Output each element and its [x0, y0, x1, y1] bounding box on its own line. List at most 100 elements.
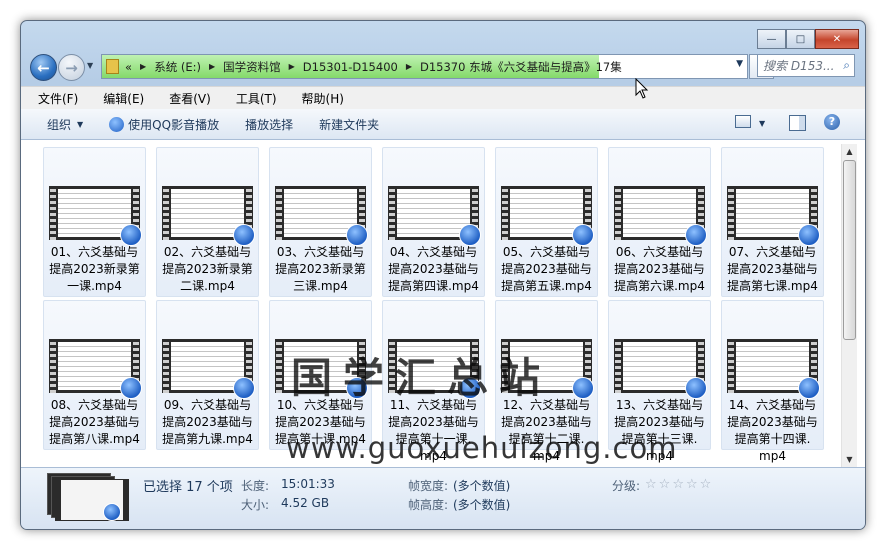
vertical-scrollbar[interactable]: ▲ ▼ [841, 144, 857, 467]
file-name-line: 提高第六课.mp4 [614, 279, 705, 293]
file-name-line: 提高2023新录第 [162, 262, 253, 276]
address-history-dropdown-icon[interactable]: ▼ [736, 59, 743, 69]
breadcrumb-folder[interactable]: 国学资料馆 [223, 59, 281, 75]
details-pane: 已选择 17 个项 长度: 15:01:33 大小: 4.52 GB 帧宽度: … [21, 467, 865, 529]
file-item[interactable]: 01、六爻基础与 提高2023新录第 一课.mp4 [43, 147, 146, 297]
breadcrumb-drive[interactable]: 系统 (E:) [154, 59, 201, 75]
breadcrumb-separator-icon[interactable]: ▶ [289, 62, 295, 71]
breadcrumb-current-folder[interactable]: D15370 东城《六爻基础与提高》17集 [420, 59, 622, 75]
length-label: 长度: [241, 479, 270, 493]
breadcrumb-separator-icon[interactable]: ▶ [209, 62, 215, 71]
file-item[interactable]: 08、六爻基础与 提高2023基础与 提高第八课.mp4 [43, 300, 146, 450]
file-name: 08、六爻基础与 提高2023基础与 提高第八课.mp4 [44, 397, 145, 448]
file-name: 09、六爻基础与 提高2023基础与 提高第九课.mp4 [157, 397, 258, 448]
file-item[interactable]: 04、六爻基础与 提高2023基础与 提高第四课.mp4 [382, 147, 485, 297]
qq-video-icon [572, 224, 594, 246]
qq-video-icon [572, 377, 594, 399]
file-name-line: 05、六爻基础与 [502, 245, 591, 259]
search-box[interactable]: 搜索 D153... ⌕ [757, 54, 855, 77]
breadcrumb-folder[interactable]: D15301-D15400 [303, 60, 398, 74]
file-item[interactable]: 09、六爻基础与 提高2023基础与 提高第九课.mp4 [156, 300, 259, 450]
file-name-line: 提高2023基础与 [501, 415, 592, 429]
preview-pane-icon[interactable] [789, 115, 806, 131]
minimize-button[interactable]: — [757, 29, 786, 49]
maximize-button[interactable]: □ [786, 29, 815, 49]
file-item[interactable]: 05、六爻基础与 提高2023基础与 提高第五课.mp4 [495, 147, 598, 297]
menu-help[interactable]: 帮助(H) [294, 90, 352, 107]
watermark-title: 国学汇总站 [291, 354, 551, 402]
close-button[interactable]: ✕ [815, 29, 859, 49]
breadcrumb-separator-icon[interactable]: ▶ [140, 62, 146, 71]
file-name: 06、六爻基础与 提高2023基础与 提高第六课.mp4 [609, 244, 710, 295]
play-selection-button[interactable]: 播放选择 [245, 116, 293, 133]
scroll-down-icon[interactable]: ▼ [842, 452, 857, 467]
caption-buttons: — □ ✕ [757, 29, 859, 49]
menu-edit[interactable]: 编辑(E) [95, 90, 152, 107]
star-icon[interactable]: ☆ [659, 477, 673, 492]
file-item[interactable]: 13、六爻基础与 提高2023基础与 提高第十三课. mp4 [608, 300, 711, 463]
file-item[interactable]: 02、六爻基础与 提高2023新录第 二课.mp4 [156, 147, 259, 297]
qq-video-icon [233, 377, 255, 399]
file-name-line: 08、六爻基础与 [50, 398, 139, 412]
file-item[interactable]: 06、六爻基础与 提高2023基础与 提高第六课.mp4 [608, 147, 711, 297]
qq-video-icon [459, 224, 481, 246]
file-item[interactable]: 07、六爻基础与 提高2023基础与 提高第七课.mp4 [721, 147, 824, 297]
file-name-line: 提高2023基础与 [727, 262, 818, 276]
address-bar[interactable]: « ▶ 系统 (E:) ▶ 国学资料馆 ▶ D15301-D15400 ▶ D1… [101, 54, 748, 79]
change-view-icon[interactable] [735, 115, 751, 128]
menu-tools[interactable]: 工具(T) [228, 90, 285, 107]
explorer-window: — □ ✕ ← → ▼ « ▶ 系统 (E:) ▶ 国学资料馆 ▶ D15301… [20, 20, 866, 530]
file-name-line: 提高2023基础与 [49, 415, 140, 429]
command-bar: 组织 ▼ 使用QQ影音播放 播放选择 新建文件夹 ▼ ? [21, 109, 865, 140]
qq-video-icon [103, 503, 121, 521]
size-value: 4.52 GB [281, 496, 330, 510]
star-icon[interactable]: ☆ [645, 477, 659, 492]
file-list-view: 01、六爻基础与 提高2023新录第 一课.mp4 02、六爻基础与 提高2023新录第… [21, 140, 865, 467]
file-name-line: 提高2023基础与 [162, 415, 253, 429]
star-icon[interactable]: ☆ [686, 477, 700, 492]
file-name-line: 提高2023基础与 [727, 415, 818, 429]
file-name: 14、六爻基础与 提高2023基础与 提高第十四课. mp4 [722, 397, 823, 465]
forward-button[interactable]: → [58, 54, 85, 81]
recent-pages-dropdown[interactable]: ▼ [87, 61, 93, 70]
scroll-up-icon[interactable]: ▲ [842, 144, 857, 159]
file-name-line: 提高第四课.mp4 [388, 279, 479, 293]
organize-label: 组织 [47, 117, 72, 132]
file-name-line: 13、六爻基础与 [615, 398, 704, 412]
qq-video-icon [120, 224, 142, 246]
file-name-line: 提高2023基础与 [388, 415, 479, 429]
file-name-line: 二课.mp4 [180, 279, 235, 293]
rating-stars[interactable]: ☆☆☆☆☆ [645, 477, 713, 492]
file-name: 02、六爻基础与 提高2023新录第 二课.mp4 [157, 244, 258, 295]
file-name-line: 02、六爻基础与 [163, 245, 252, 259]
file-name-line: 提高第七课.mp4 [727, 279, 818, 293]
qq-video-icon [685, 377, 707, 399]
play-with-qq-button[interactable]: 使用QQ影音播放 [109, 116, 219, 133]
size-label: 大小: [241, 498, 270, 512]
breadcrumb-overflow[interactable]: « [125, 60, 132, 74]
star-icon[interactable]: ☆ [672, 477, 686, 492]
frame-width-label: 帧宽度: [408, 479, 449, 493]
scroll-thumb[interactable] [843, 160, 856, 340]
menu-file[interactable]: 文件(F) [30, 90, 86, 107]
file-name-line: 03、六爻基础与 [276, 245, 365, 259]
file-name-line: 提高2023基础与 [501, 262, 592, 276]
file-name-line: mp4 [759, 449, 786, 463]
help-icon[interactable]: ? [824, 114, 840, 130]
search-icon[interactable]: ⌕ [843, 58, 850, 73]
view-dropdown-icon[interactable]: ▼ [759, 119, 765, 128]
file-name-line: 三课.mp4 [293, 279, 348, 293]
file-item[interactable]: 03、六爻基础与 提高2023新录第 三课.mp4 [269, 147, 372, 297]
file-name-line: 提高第八课.mp4 [49, 432, 140, 446]
qq-video-icon [233, 224, 255, 246]
back-button[interactable]: ← [30, 54, 57, 81]
file-item[interactable]: 14、六爻基础与 提高2023基础与 提高第十四课. mp4 [721, 300, 824, 463]
file-name-line: 09、六爻基础与 [163, 398, 252, 412]
menu-view[interactable]: 查看(V) [161, 90, 219, 107]
star-icon[interactable]: ☆ [700, 477, 714, 492]
organize-button[interactable]: 组织 ▼ [47, 116, 83, 133]
new-folder-button[interactable]: 新建文件夹 [319, 116, 379, 133]
breadcrumb: « ▶ 系统 (E:) ▶ 国学资料馆 ▶ D15301-D15400 ▶ D1… [102, 59, 622, 75]
breadcrumb-separator-icon[interactable]: ▶ [406, 62, 412, 71]
back-arrow-icon: ← [37, 58, 50, 77]
